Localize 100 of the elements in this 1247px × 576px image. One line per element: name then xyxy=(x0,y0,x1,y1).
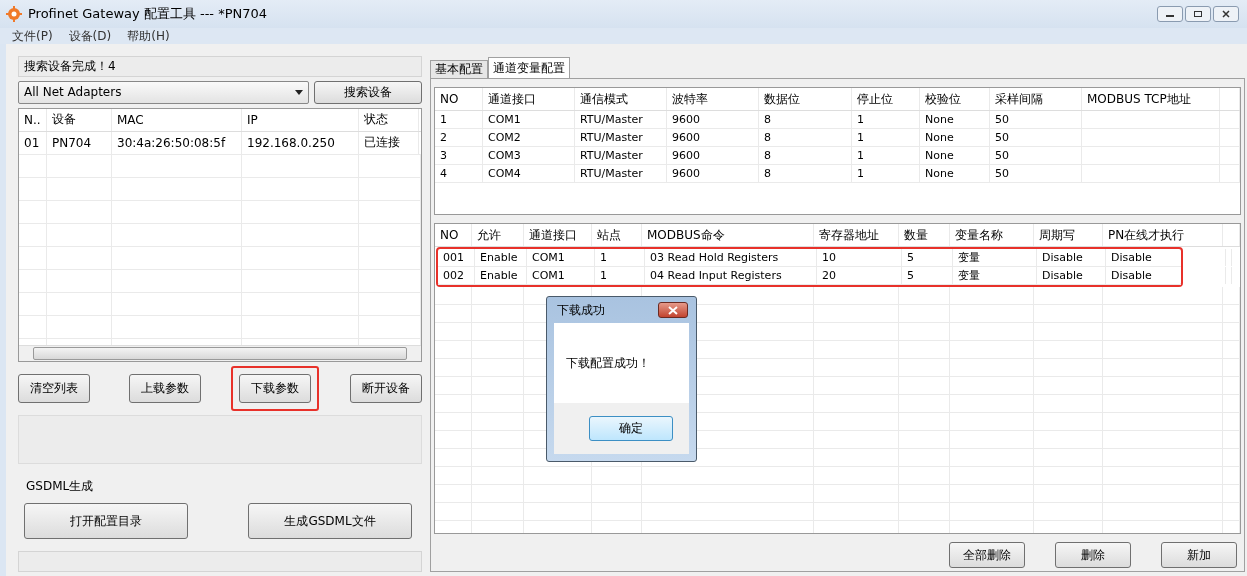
column-header: 校验位 xyxy=(920,88,990,110)
table-cell: RTU/Master xyxy=(575,129,667,146)
table-cell: 已连接 xyxy=(359,131,419,154)
table-cell: 9600 xyxy=(667,147,759,164)
table-cell: None xyxy=(920,129,990,146)
restore-icon xyxy=(1193,10,1203,18)
table-cell: Enable xyxy=(475,267,527,284)
table-cell: COM1 xyxy=(527,267,595,284)
caret-icon xyxy=(295,89,303,95)
restore-button[interactable] xyxy=(1185,6,1211,22)
close-icon xyxy=(1221,10,1231,18)
table-cell: None xyxy=(920,147,990,164)
column-header: PN在线才执行 xyxy=(1103,224,1223,246)
column-header: 通道接口 xyxy=(524,224,592,246)
menu-item[interactable]: 设备(D) xyxy=(60,28,120,44)
table-cell: 03 Read Hold Registers xyxy=(645,249,817,266)
table-cell: Disable xyxy=(1106,249,1226,266)
column-header: 寄存器地址 xyxy=(814,224,899,246)
action-button[interactable]: 删除 xyxy=(1055,542,1131,568)
table-cell: 30:4a:26:50:08:5f xyxy=(112,131,242,154)
column-header: 数据位 xyxy=(759,88,852,110)
table-cell: 变量 xyxy=(953,249,1037,266)
column-header: 停止位 xyxy=(852,88,920,110)
tab[interactable]: 基本配置 xyxy=(430,60,488,78)
table-cell: COM3 xyxy=(483,147,575,164)
action-button[interactable]: 断开设备 xyxy=(349,374,422,404)
table-cell: 5 xyxy=(902,267,953,284)
action-button[interactable]: 下载参数 xyxy=(239,374,312,404)
table-cell: 变量 xyxy=(953,267,1037,284)
column-header: N.. xyxy=(19,108,47,131)
action-button[interactable]: 清空列表 xyxy=(18,374,90,404)
dialog-message: 下载配置成功！ xyxy=(566,354,650,372)
table-cell: 9600 xyxy=(667,129,759,146)
column-header: MODBUS命令 xyxy=(642,224,814,246)
table-cell: RTU/Master xyxy=(575,111,667,128)
column-header: 允许 xyxy=(472,224,524,246)
close-button[interactable] xyxy=(1213,6,1239,22)
adapter-dropdown[interactable]: All Net Adapters xyxy=(18,80,309,104)
column-header: IP xyxy=(242,108,359,131)
table-cell: 8 xyxy=(759,165,852,182)
table-cell: 002 xyxy=(438,267,475,284)
column-header: 设备 xyxy=(47,108,112,131)
column-header: 通信模式 xyxy=(575,88,667,110)
horizontal-scrollbar[interactable] xyxy=(19,345,421,362)
column-header: MODBUS TCP地址 xyxy=(1082,88,1220,110)
table-cell: None xyxy=(920,165,990,182)
status-text: 搜索设备完成！4 xyxy=(18,56,422,77)
table-cell: Disable xyxy=(1106,267,1226,284)
minimize-button[interactable] xyxy=(1157,6,1183,22)
table-cell: Disable xyxy=(1037,267,1106,284)
table-cell: 1 xyxy=(852,111,920,128)
table-cell: 1 xyxy=(595,267,645,284)
table-cell: RTU/Master xyxy=(575,147,667,164)
ok-button[interactable]: 确定 xyxy=(589,416,673,441)
window-title: Profinet Gateway 配置工具 --- *PN704 xyxy=(28,5,268,23)
table-cell: 8 xyxy=(759,111,852,128)
table-cell: COM1 xyxy=(527,249,595,266)
action-button[interactable]: 上载参数 xyxy=(128,374,201,404)
dialog-title: 下载成功 xyxy=(557,301,605,319)
action-button[interactable]: 全部删除 xyxy=(949,542,1025,568)
table-cell: 2 xyxy=(435,129,483,146)
table-cell: RTU/Master xyxy=(575,165,667,182)
column-header: 站点 xyxy=(592,224,642,246)
table-cell: 04 Read Input Registers xyxy=(645,267,817,284)
action-button[interactable]: 生成GSDML文件 xyxy=(248,503,412,540)
column-header: 周期写 xyxy=(1034,224,1103,246)
table-cell: 10 xyxy=(817,249,902,266)
table-cell: 50 xyxy=(990,165,1082,182)
tab[interactable]: 通道变量配置 xyxy=(488,57,570,78)
table-cell: 1 xyxy=(595,249,645,266)
search-device-button[interactable]: 搜索设备 xyxy=(314,80,422,104)
column-header: 通道接口 xyxy=(483,88,575,110)
table-cell: 8 xyxy=(759,129,852,146)
table-cell: 001 xyxy=(438,249,475,266)
column-header: NO xyxy=(435,224,472,246)
table-cell: PN704 xyxy=(47,131,112,154)
column-header: 采样间隔 xyxy=(990,88,1082,110)
action-button[interactable]: 新加 xyxy=(1161,542,1237,568)
menu-item[interactable]: 文件(P) xyxy=(4,28,61,44)
column-header: 变量名称 xyxy=(950,224,1034,246)
table-cell: 1 xyxy=(852,129,920,146)
table-cell: 8 xyxy=(759,147,852,164)
menu-item[interactable]: 帮助(H) xyxy=(119,28,178,44)
column-header: NO xyxy=(435,88,483,110)
table-cell: 9600 xyxy=(667,165,759,182)
column-header: MAC xyxy=(112,108,242,131)
table-cell: COM1 xyxy=(483,111,575,128)
column-header: 波特率 xyxy=(667,88,759,110)
column-header: 数量 xyxy=(899,224,950,246)
table-cell: 5 xyxy=(902,249,953,266)
close-icon xyxy=(668,305,678,315)
table-cell: Enable xyxy=(475,249,527,266)
table-cell: Disable xyxy=(1037,249,1106,266)
close-button[interactable] xyxy=(658,302,688,318)
gear-icon xyxy=(6,6,22,22)
group-title: GSDML生成 xyxy=(25,478,95,496)
table-cell: None xyxy=(920,111,990,128)
action-button[interactable]: 打开配置目录 xyxy=(24,503,188,540)
table-cell: COM2 xyxy=(483,129,575,146)
table-cell: 192.168.0.250 xyxy=(242,131,359,154)
